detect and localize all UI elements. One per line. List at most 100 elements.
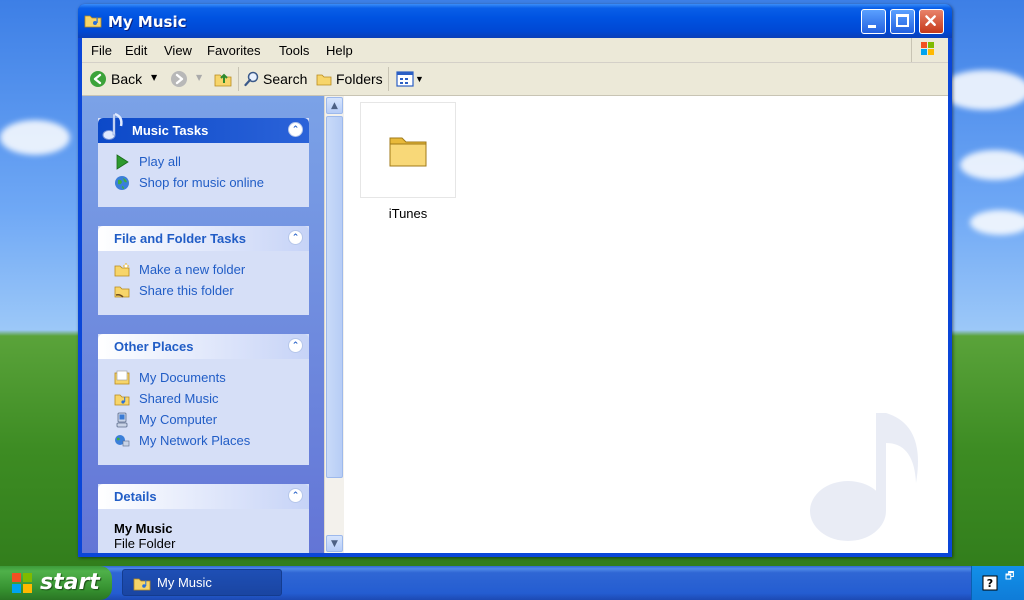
search-icon — [244, 71, 259, 87]
explorer-window: My Music File Edit View Favorites Tools … — [78, 4, 952, 557]
collapse-chevron-icon[interactable]: ⌃ — [288, 338, 303, 353]
search-button[interactable]: Search — [244, 69, 307, 89]
folders-icon — [316, 74, 332, 86]
close-icon — [925, 15, 936, 26]
forward-button[interactable] — [170, 69, 188, 89]
place-label: Shared Music — [139, 391, 219, 406]
minimize-button[interactable] — [861, 9, 886, 34]
windows-logo-icon — [12, 573, 32, 593]
search-label: Search — [263, 71, 308, 87]
svg-text:?: ? — [987, 577, 993, 590]
task-label: Share this folder — [139, 283, 234, 298]
menu-edit[interactable]: Edit — [125, 43, 147, 58]
taskbar: start My Music ? 🗗 — [0, 566, 1024, 600]
music-folder-icon — [133, 578, 151, 590]
maximize-button[interactable] — [890, 9, 915, 34]
collapse-chevron-icon[interactable]: ⌃ — [288, 230, 303, 245]
file-folder-tasks-title: File and Folder Tasks — [114, 231, 246, 246]
file-folder-tasks-panel: File and Folder Tasks ⌃ Make a new folde… — [98, 226, 309, 315]
toolbar-separator — [388, 67, 389, 91]
play-all-link[interactable]: Play all — [114, 151, 309, 172]
itunes-folder[interactable]: iTunes — [360, 102, 456, 221]
collapse-chevron-icon[interactable]: ⌃ — [288, 122, 303, 137]
shared-music-link[interactable]: Shared Music — [114, 388, 309, 409]
title-bar[interactable]: My Music — [78, 4, 952, 38]
music-tasks-header[interactable]: Music Tasks ⌃ — [98, 112, 309, 143]
details-name: My Music — [114, 521, 173, 536]
music-tasks-title: Music Tasks — [132, 123, 209, 138]
back-button[interactable]: Back — [89, 69, 142, 89]
menu-view[interactable]: View — [164, 43, 192, 58]
folder-icon — [389, 137, 427, 167]
back-arrow-icon — [90, 71, 106, 87]
back-label: Back — [111, 71, 143, 87]
views-button[interactable]: ▼ — [396, 69, 424, 89]
other-places-header[interactable]: Other Places ⌃ — [98, 334, 309, 359]
help-icon[interactable]: ? — [982, 575, 998, 591]
file-folder-tasks-header[interactable]: File and Folder Tasks ⌃ — [98, 226, 309, 251]
place-label: My Computer — [139, 412, 218, 427]
menu-help[interactable]: Help — [326, 43, 353, 58]
close-button[interactable] — [919, 9, 944, 34]
start-label: start — [40, 570, 100, 595]
collapse-chevron-icon[interactable]: ⌃ — [288, 488, 303, 503]
scroll-up-button[interactable]: ▲ — [326, 97, 343, 114]
toolbar: Back ▼ ▼ Search Folders ▼ — [82, 63, 948, 96]
new-folder-icon — [114, 261, 130, 276]
start-button[interactable]: start — [0, 566, 112, 600]
content-area: iTunes — [344, 96, 948, 553]
toolbar-separator — [238, 67, 239, 91]
scroll-thumb[interactable] — [326, 116, 343, 478]
menu-bar: File Edit View Favorites Tools Help — [82, 38, 948, 63]
music-note-icon — [102, 112, 123, 140]
other-places-panel: Other Places ⌃ My Documents Shared Music… — [98, 334, 309, 465]
my-network-places-link[interactable]: My Network Places — [114, 430, 309, 451]
details-header[interactable]: Details ⌃ — [98, 484, 309, 509]
music-note-watermark-icon — [810, 413, 918, 541]
globe-icon — [115, 175, 129, 190]
desktop-cloud — [0, 120, 70, 155]
details-panel: Details ⌃ My Music File Folder — [98, 484, 309, 553]
shop-music-link[interactable]: Shop for music online — [114, 172, 309, 193]
up-folder-icon — [214, 73, 232, 87]
system-tray: ? 🗗 — [971, 566, 1024, 600]
menu-tools[interactable]: Tools — [279, 43, 309, 58]
my-documents-link[interactable]: My Documents — [114, 367, 309, 388]
folders-button[interactable]: Folders — [316, 69, 383, 89]
folder-label: iTunes — [388, 206, 428, 221]
documents-icon — [114, 370, 130, 384]
scroll-down-button[interactable]: ▼ — [326, 535, 343, 552]
place-label: My Documents — [139, 370, 226, 385]
play-icon — [116, 153, 129, 170]
back-dropdown-icon[interactable]: ▼ — [151, 73, 157, 82]
window-title: My Music — [108, 13, 187, 31]
task-label: Make a new folder — [139, 262, 246, 277]
up-folder-button[interactable] — [214, 69, 232, 89]
taskbar-window-label: My Music — [157, 575, 212, 590]
details-title: Details — [114, 489, 157, 504]
shared-music-icon — [114, 394, 130, 405]
views-icon — [396, 71, 414, 87]
forward-dropdown-icon[interactable]: ▼ — [196, 73, 202, 82]
menu-file[interactable]: File — [91, 43, 112, 58]
folders-label: Folders — [336, 71, 383, 87]
task-label: Play all — [139, 154, 181, 169]
restore-icon[interactable]: 🗗 — [1005, 569, 1014, 586]
details-type: File Folder — [114, 536, 176, 551]
task-pane: Music Tasks ⌃ Play all Shop for music on… — [82, 96, 324, 553]
windows-logo-icon — [911, 38, 942, 62]
network-icon — [115, 434, 130, 446]
place-label: My Network Places — [139, 433, 251, 448]
folder-thumbnail — [360, 102, 456, 198]
share-folder-link[interactable]: Share this folder — [114, 280, 309, 301]
make-new-folder-link[interactable]: Make a new folder — [114, 259, 309, 280]
desktop-cloud — [960, 150, 1024, 180]
forward-arrow-icon — [171, 71, 187, 87]
views-dropdown-icon: ▼ — [415, 74, 424, 84]
menu-favorites[interactable]: Favorites — [207, 43, 260, 58]
task-pane-scrollbar[interactable]: ▲ ▼ — [324, 96, 344, 553]
my-computer-link[interactable]: My Computer — [114, 409, 309, 430]
taskbar-window-button[interactable]: My Music — [122, 569, 282, 596]
task-label: Shop for music online — [139, 175, 265, 190]
desktop-cloud — [970, 210, 1024, 235]
